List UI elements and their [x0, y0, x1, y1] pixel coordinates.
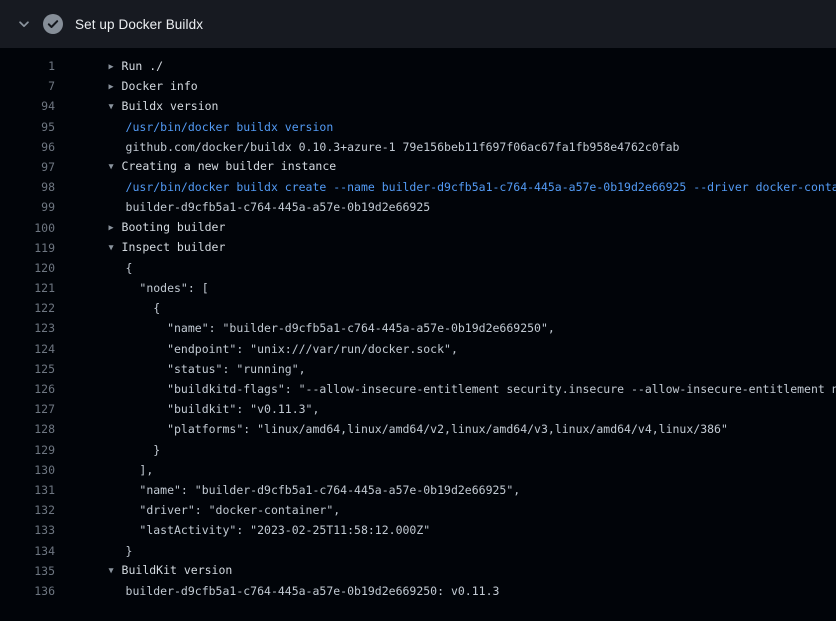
step-title: Set up Docker Buildx — [75, 17, 203, 32]
line-number[interactable]: 97 — [0, 157, 55, 177]
line-number[interactable]: 99 — [0, 197, 55, 217]
line-number[interactable]: 136 — [0, 581, 55, 601]
line-number[interactable]: 96 — [0, 137, 55, 157]
chevron-down-icon[interactable] — [16, 16, 32, 32]
line-number[interactable]: 133 — [0, 520, 55, 540]
line-number[interactable]: 129 — [0, 440, 55, 460]
line-number[interactable]: 134 — [0, 541, 55, 561]
line-number[interactable]: 130 — [0, 460, 55, 480]
line-number[interactable]: 122 — [0, 298, 55, 318]
log-line: 136 builder-d9cfb5a1-c764-445a-a57e-0b19… — [0, 581, 836, 601]
log-lines: 1 ▶Run ./ 7 ▶Docker info 94 ▼Buildx vers… — [0, 48, 836, 601]
line-number[interactable]: 100 — [0, 218, 55, 238]
log-text: Inspect builder — [122, 240, 226, 254]
line-number[interactable]: 135 — [0, 561, 55, 581]
line-number[interactable]: 7 — [0, 76, 55, 96]
line-number[interactable]: 127 — [0, 399, 55, 419]
log-text: builder-d9cfb5a1-c764-445a-a57e-0b19d2e6… — [126, 584, 500, 598]
line-number[interactable]: 126 — [0, 379, 55, 399]
line-number[interactable]: 131 — [0, 480, 55, 500]
log-text: "lastActivity": "2023-02-25T11:58:12.000… — [126, 523, 431, 537]
line-number[interactable]: 124 — [0, 339, 55, 359]
line-number[interactable]: 1 — [0, 56, 55, 76]
line-number[interactable]: 120 — [0, 258, 55, 278]
line-number[interactable]: 98 — [0, 177, 55, 197]
line-number[interactable]: 132 — [0, 500, 55, 520]
line-number[interactable]: 119 — [0, 238, 55, 258]
line-number[interactable]: 95 — [0, 117, 55, 137]
line-number[interactable]: 121 — [0, 278, 55, 298]
log-text: "platforms": "linux/amd64,linux/amd64/v2… — [126, 422, 728, 436]
line-number[interactable]: 125 — [0, 359, 55, 379]
line-number[interactable]: 123 — [0, 318, 55, 338]
line-number[interactable]: 94 — [0, 96, 55, 116]
line-number[interactable]: 128 — [0, 419, 55, 439]
check-circle-icon — [43, 14, 63, 34]
